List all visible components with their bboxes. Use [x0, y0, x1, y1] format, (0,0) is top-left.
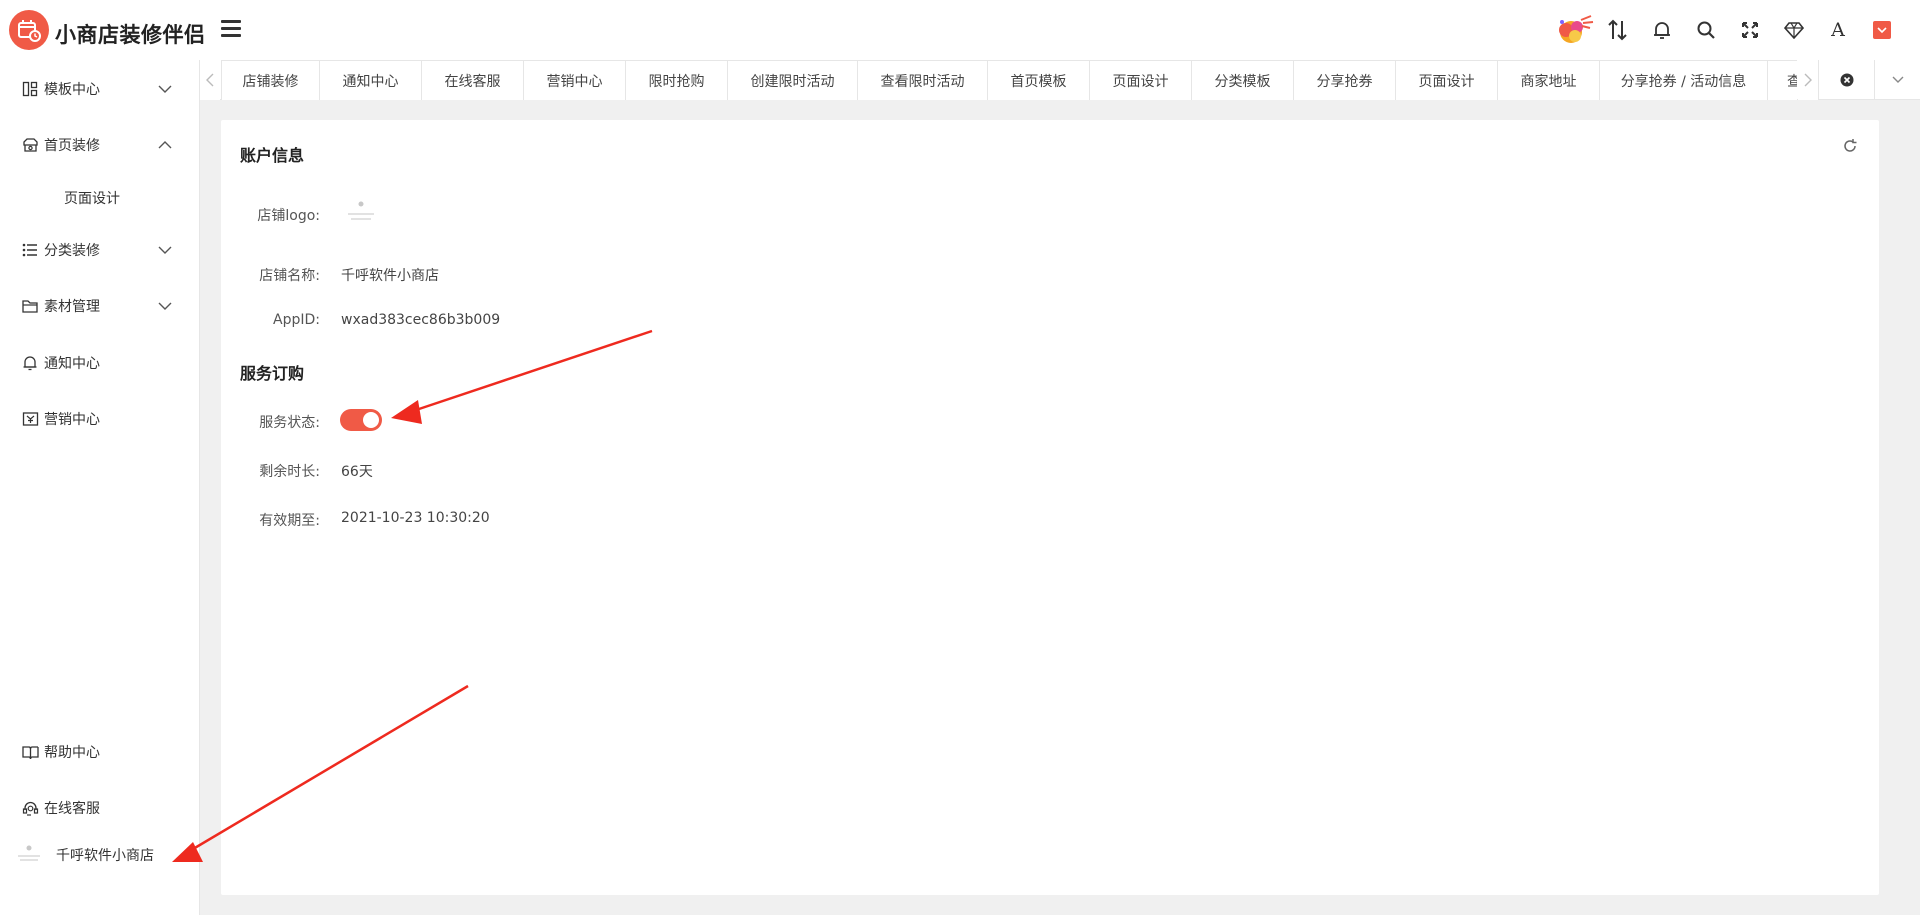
sidebar-item-label: 通知中心 [44, 356, 100, 372]
account-section-title: 账户信息 [240, 146, 305, 165]
search-button[interactable] [1684, 12, 1728, 48]
tab-item[interactable]: 营销中心 [523, 60, 626, 100]
avatar-art-icon [1559, 15, 1594, 43]
tab-item[interactable]: 创建限时活动 [727, 60, 858, 100]
chevron-down-icon [1892, 76, 1903, 83]
theme-color-button[interactable] [1860, 12, 1904, 48]
tab-item[interactable]: 限时抢购 [625, 60, 728, 100]
chevron-down-icon [158, 246, 172, 254]
sidebar-item-label: 首页装修 [44, 138, 100, 154]
sidebar-item-templates[interactable]: 模板中心 [0, 69, 199, 109]
search-icon [1697, 21, 1715, 39]
store-name: 千呼软件小商店 [56, 848, 154, 864]
tab-item[interactable]: 页面设计 [1089, 60, 1192, 100]
diamond-icon [1784, 22, 1804, 39]
bell-icon [20, 353, 40, 373]
sidebar-item-notifications[interactable]: 通知中心 [0, 343, 199, 383]
sidebar-item-home-design[interactable]: 首页装修 [0, 125, 199, 165]
tab-scroll-right[interactable] [1798, 60, 1818, 100]
bell-icon [1654, 22, 1670, 39]
store-logo-image [348, 201, 374, 220]
fullscreen-button[interactable] [1728, 12, 1772, 48]
sidebar-item-label: 模板中心 [44, 82, 100, 98]
sidebar: 模板中心 首页装修 页面设计 分类装修 素材管理 通知中心 营销中心 帮助中心 … [0, 60, 200, 915]
tab-menu-button[interactable] [1874, 60, 1920, 100]
store-account[interactable]: 千呼软件小商店 [0, 835, 199, 875]
toggle-knob [363, 412, 379, 428]
theme-color-icon [1873, 21, 1891, 39]
chevron-down-icon [158, 302, 172, 310]
sidebar-item-label: 帮助中心 [44, 745, 100, 761]
tab-item[interactable]: 通知中心 [319, 60, 422, 100]
expiry-label: 有效期至: [259, 513, 320, 529]
tab-item[interactable]: 查 [1767, 60, 1797, 100]
account-card [221, 120, 1879, 895]
store-name-value: 千呼软件小商店 [341, 268, 439, 284]
tab-item[interactable]: 在线客服 [421, 60, 524, 100]
header-toolbar: A [1552, 12, 1904, 48]
top-header: 小商店装修伴侣 A [0, 0, 1920, 60]
chevron-down-icon [158, 85, 172, 93]
shop-logo-icon [18, 20, 41, 42]
service-status-label: 服务状态: [259, 415, 320, 431]
vip-button[interactable] [1772, 12, 1816, 48]
list-icon [20, 240, 40, 260]
sidebar-item-online-service[interactable]: 在线客服 [0, 788, 199, 828]
sidebar-item-marketing[interactable]: 营销中心 [0, 399, 199, 439]
appid-value: wxad383cec86b3b009 [341, 312, 501, 328]
menu-toggle-icon[interactable] [221, 20, 241, 38]
chevron-right-icon [1804, 73, 1812, 87]
folder-icon [20, 296, 40, 316]
store-avatar [18, 845, 40, 861]
sidebar-subitem-label: 页面设计 [64, 191, 120, 207]
sort-button[interactable] [1596, 12, 1640, 48]
store-name-label: 店铺名称: [259, 268, 320, 284]
tab-item[interactable]: 页面设计 [1395, 60, 1498, 100]
app-logo [9, 10, 49, 50]
remaining-label: 剩余时长: [259, 464, 320, 480]
font-icon: A [1831, 19, 1845, 41]
appid-label: AppID: [273, 312, 320, 328]
service-section-title: 服务订购 [240, 364, 305, 383]
tab-item[interactable]: 分类模板 [1191, 60, 1294, 100]
sidebar-item-help[interactable]: 帮助中心 [0, 732, 199, 772]
user-avatar[interactable] [1552, 12, 1596, 48]
expiry-value: 2021-10-23 10:30:20 [341, 510, 490, 526]
tab-scroll-left[interactable] [200, 60, 220, 100]
tab-actions [1818, 60, 1920, 100]
service-status-toggle[interactable] [340, 409, 382, 431]
close-tabs-button[interactable] [1818, 60, 1874, 100]
sidebar-item-label: 分类装修 [44, 243, 100, 259]
close-circle-icon [1840, 73, 1853, 87]
sidebar-item-materials[interactable]: 素材管理 [0, 286, 199, 326]
font-button[interactable]: A [1816, 12, 1860, 48]
tab-list: 店铺装修 通知中心 在线客服 营销中心 限时抢购 创建限时活动 查看限时活动 首… [221, 60, 1797, 100]
logo-label: 店铺logo: [257, 208, 320, 224]
notification-button[interactable] [1640, 12, 1684, 48]
tab-item[interactable]: 分享抢券 [1293, 60, 1396, 100]
remaining-value: 66天 [341, 464, 373, 480]
book-icon [20, 742, 40, 762]
tab-item[interactable]: 查看限时活动 [857, 60, 988, 100]
chevron-left-icon [206, 73, 214, 87]
headset-icon [20, 798, 40, 818]
chevron-up-icon [158, 141, 172, 149]
sidebar-item-label: 素材管理 [44, 299, 100, 315]
home-design-icon [20, 135, 40, 155]
tab-item[interactable]: 分享抢券 / 活动信息 [1599, 60, 1768, 100]
refresh-icon[interactable] [1840, 136, 1860, 156]
tab-item[interactable]: 商家地址 [1497, 60, 1600, 100]
sidebar-item-label: 在线客服 [44, 801, 100, 817]
coupon-icon [20, 409, 40, 429]
app-title: 小商店装修伴侣 [55, 23, 206, 47]
sidebar-subitem-page-design[interactable]: 页面设计 [0, 178, 199, 218]
fullscreen-icon [1742, 22, 1758, 38]
sort-icon [1608, 19, 1627, 41]
template-icon [20, 79, 40, 99]
tab-item[interactable]: 首页模板 [987, 60, 1090, 100]
sidebar-item-label: 营销中心 [44, 412, 100, 428]
tab-item[interactable]: 店铺装修 [221, 60, 320, 100]
sidebar-item-category-design[interactable]: 分类装修 [0, 230, 199, 270]
